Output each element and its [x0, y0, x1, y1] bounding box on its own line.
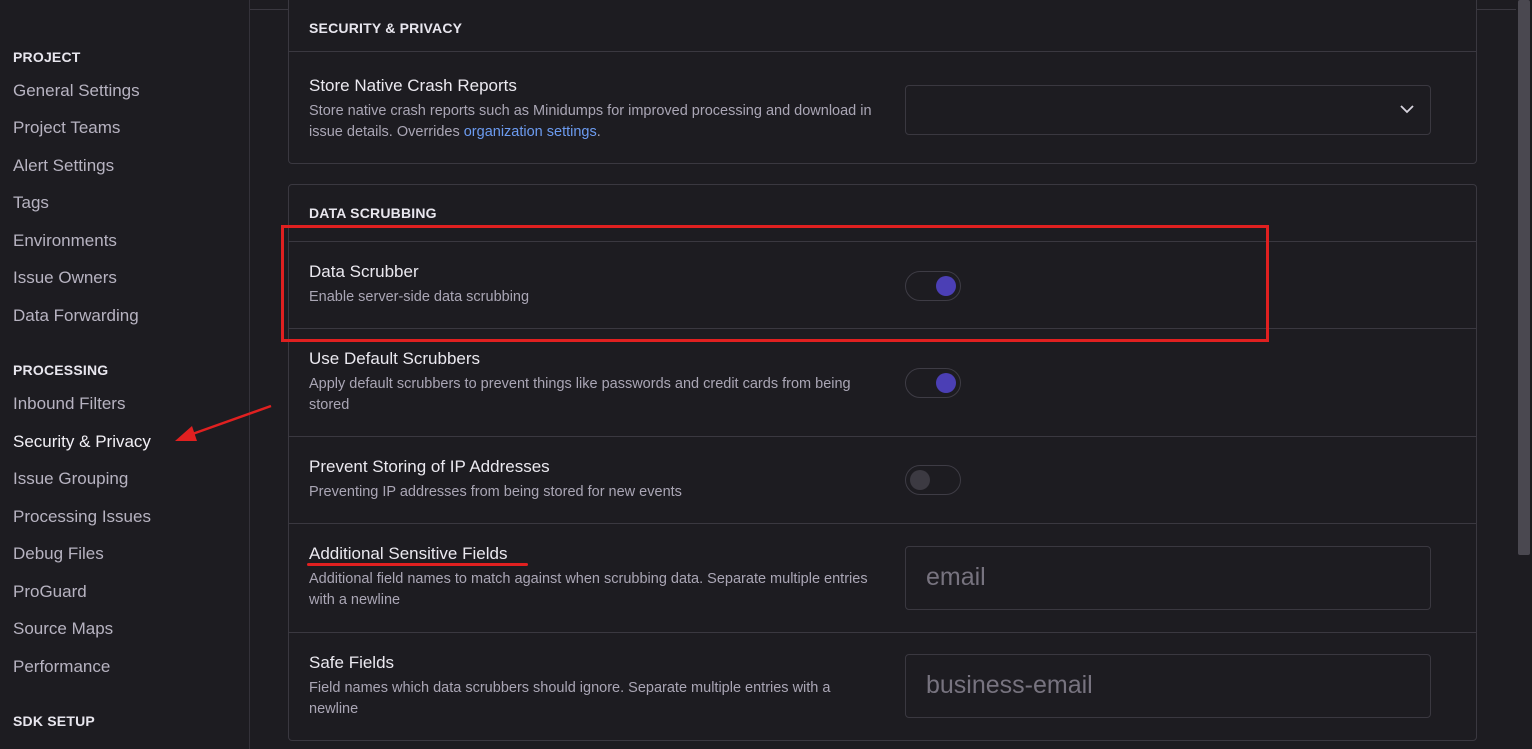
- sidebar-item-project-teams[interactable]: Project Teams: [13, 118, 120, 138]
- sidebar-item-source-maps[interactable]: Source Maps: [13, 619, 113, 639]
- settings-sidebar: PROJECT General Settings Project Teams A…: [0, 0, 250, 749]
- sidebar-item-processing-issues[interactable]: Processing Issues: [13, 507, 151, 527]
- sidebar-item-issue-grouping[interactable]: Issue Grouping: [13, 469, 128, 489]
- sidebar-heading-processing: PROCESSING: [13, 362, 109, 378]
- chevron-down-icon: [1400, 105, 1414, 114]
- crash-reports-select[interactable]: [905, 85, 1431, 135]
- safe-fields-label: Safe Fields: [309, 653, 395, 672]
- default-scrubbers-label: Use Default Scrubbers: [309, 349, 481, 368]
- sidebar-item-data-forwarding[interactable]: Data Forwarding: [13, 306, 139, 326]
- sensitive-fields-input[interactable]: email: [905, 546, 1431, 610]
- prevent-ip-help: Preventing IP addresses from being store…: [309, 484, 682, 500]
- safe-fields-input[interactable]: business-email: [905, 654, 1431, 718]
- scrollbar-thumb[interactable]: [1518, 0, 1530, 555]
- panel-divider: [289, 51, 1476, 52]
- app-window: PROJECT General Settings Project Teams A…: [0, 0, 1532, 749]
- sensitive-fields-help: Additional field names to match against …: [309, 571, 868, 608]
- prevent-ip-label: Prevent Storing of IP Addresses: [309, 457, 550, 476]
- default-scrubbers-toggle[interactable]: [905, 368, 961, 398]
- prevent-ip-toggle[interactable]: [905, 465, 961, 495]
- sidebar-heading-project: PROJECT: [13, 49, 81, 65]
- crash-reports-label: Store Native Crash Reports: [309, 76, 517, 95]
- row-divider: [289, 523, 1476, 524]
- security-privacy-panel: SECURITY & PRIVACY Store Native Crash Re…: [288, 0, 1477, 164]
- vertical-scrollbar[interactable]: [1516, 0, 1532, 749]
- row-divider: [289, 632, 1476, 633]
- sensitive-fields-label: Additional Sensitive Fields: [309, 544, 508, 563]
- toggle-knob: [936, 373, 956, 393]
- sidebar-item-tags[interactable]: Tags: [13, 193, 49, 213]
- crash-reports-help: Store native crash reports such as Minid…: [309, 101, 879, 143]
- sidebar-item-alert-settings[interactable]: Alert Settings: [13, 156, 114, 176]
- sidebar-item-general-settings[interactable]: General Settings: [13, 81, 140, 101]
- sidebar-heading-sdk-setup: SDK SETUP: [13, 713, 95, 729]
- sidebar-item-proguard[interactable]: ProGuard: [13, 582, 87, 602]
- panel-title: SECURITY & PRIVACY: [309, 20, 463, 36]
- annotation-arrow-icon: [175, 404, 272, 441]
- row-divider: [289, 436, 1476, 437]
- sidebar-item-environments[interactable]: Environments: [13, 231, 117, 251]
- sidebar-item-debug-files[interactable]: Debug Files: [13, 544, 104, 564]
- organization-settings-link[interactable]: organization settings: [464, 124, 597, 140]
- sidebar-item-issue-owners[interactable]: Issue Owners: [13, 268, 117, 288]
- annotation-highlight-box: [281, 225, 1269, 342]
- sidebar-item-security-privacy[interactable]: Security & Privacy: [13, 432, 151, 452]
- toggle-knob: [910, 470, 930, 490]
- panel-title: DATA SCRUBBING: [309, 205, 437, 221]
- help-suffix: .: [596, 124, 601, 140]
- default-scrubbers-help: Apply default scrubbers to prevent thing…: [309, 376, 851, 413]
- annotation-underline: [307, 563, 528, 566]
- safe-fields-help: Field names which data scrubbers should …: [309, 680, 831, 717]
- sidebar-item-performance[interactable]: Performance: [13, 657, 110, 677]
- sidebar-item-inbound-filters[interactable]: Inbound Filters: [13, 394, 125, 414]
